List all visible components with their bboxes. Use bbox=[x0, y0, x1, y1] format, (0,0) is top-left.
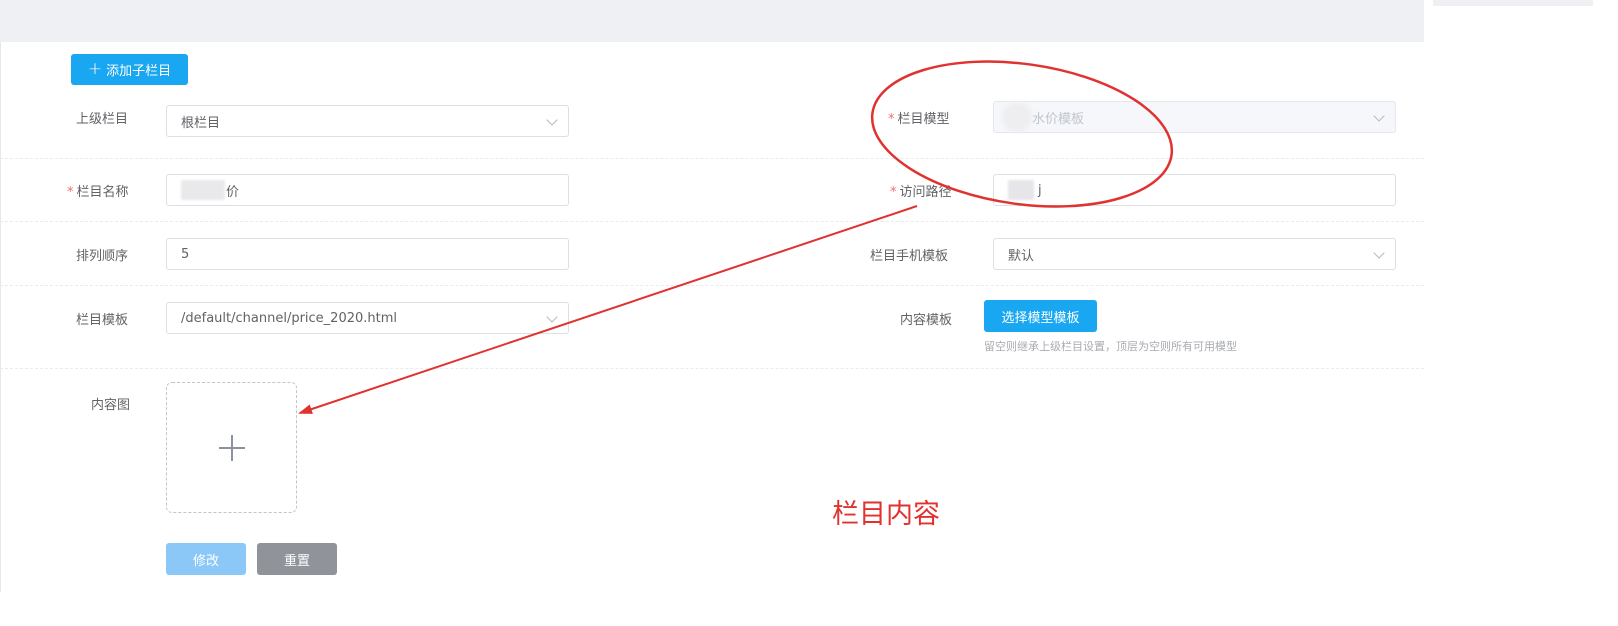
sort-order-value: 5 bbox=[181, 246, 190, 262]
column-model-label: * 栏目模型 bbox=[888, 112, 950, 127]
column-model-value: 水价模板 bbox=[1032, 111, 1085, 127]
access-path-label: * 访问路径 bbox=[890, 185, 952, 200]
redacted-text bbox=[181, 180, 225, 200]
row-divider bbox=[0, 221, 1424, 222]
column-template-value: /default/channel/price_2020.html bbox=[181, 310, 398, 326]
access-path-input[interactable]: j bbox=[993, 174, 1396, 206]
column-name-input[interactable]: 价 bbox=[166, 174, 569, 206]
reset-button[interactable]: 重置 bbox=[257, 543, 337, 575]
submit-button[interactable]: 修改 bbox=[166, 543, 246, 575]
row-divider bbox=[0, 368, 1424, 369]
image-uploader[interactable] bbox=[166, 382, 297, 513]
mobile-template-label: 栏目手机模板 bbox=[870, 249, 949, 264]
chevron-down-icon bbox=[1373, 247, 1385, 259]
sort-order-input[interactable]: 5 bbox=[166, 238, 569, 270]
content-template-hint: 留空则继承上级栏目设置，顶层为空则所有可用模型 bbox=[984, 340, 1237, 353]
chevron-down-icon bbox=[1373, 110, 1385, 122]
column-name-label: * 栏目名称 bbox=[67, 185, 129, 200]
column-name-value: 价 bbox=[226, 184, 240, 200]
top-bar bbox=[0, 0, 1424, 42]
parent-column-value: 根栏目 bbox=[181, 115, 221, 131]
mobile-template-value: 默认 bbox=[1008, 248, 1035, 264]
column-template-label: 栏目模板 bbox=[76, 313, 129, 328]
annotation-text: 栏目内容 bbox=[832, 499, 940, 530]
add-child-column-label: 添加子栏目 bbox=[106, 64, 172, 79]
parent-column-label: 上级栏目 bbox=[76, 112, 129, 127]
column-model-select[interactable]: 水价模板 bbox=[993, 101, 1396, 133]
redacted-text bbox=[1008, 180, 1034, 200]
column-template-select[interactable]: /default/channel/price_2020.html bbox=[166, 302, 569, 334]
content-template-label: 内容模板 bbox=[900, 313, 953, 328]
parent-column-select[interactable]: 根栏目 bbox=[166, 105, 569, 137]
content-image-label: 内容图 bbox=[91, 398, 131, 413]
top-right-strip bbox=[1433, 0, 1593, 6]
select-model-template-button[interactable]: 选择模型模板 bbox=[984, 300, 1097, 332]
row-divider bbox=[0, 285, 1424, 286]
sort-order-label: 排列顺序 bbox=[76, 249, 129, 264]
redacted-text bbox=[1002, 102, 1032, 132]
chevron-down-icon bbox=[546, 114, 558, 126]
plus-icon: + bbox=[87, 59, 103, 79]
chevron-down-icon bbox=[546, 311, 558, 323]
access-path-value: j bbox=[1038, 182, 1042, 198]
row-divider bbox=[0, 158, 1424, 159]
mobile-template-select[interactable]: 默认 bbox=[993, 238, 1396, 270]
plus-icon bbox=[218, 434, 245, 461]
add-child-column-button[interactable]: + 添加子栏目 bbox=[71, 54, 188, 85]
